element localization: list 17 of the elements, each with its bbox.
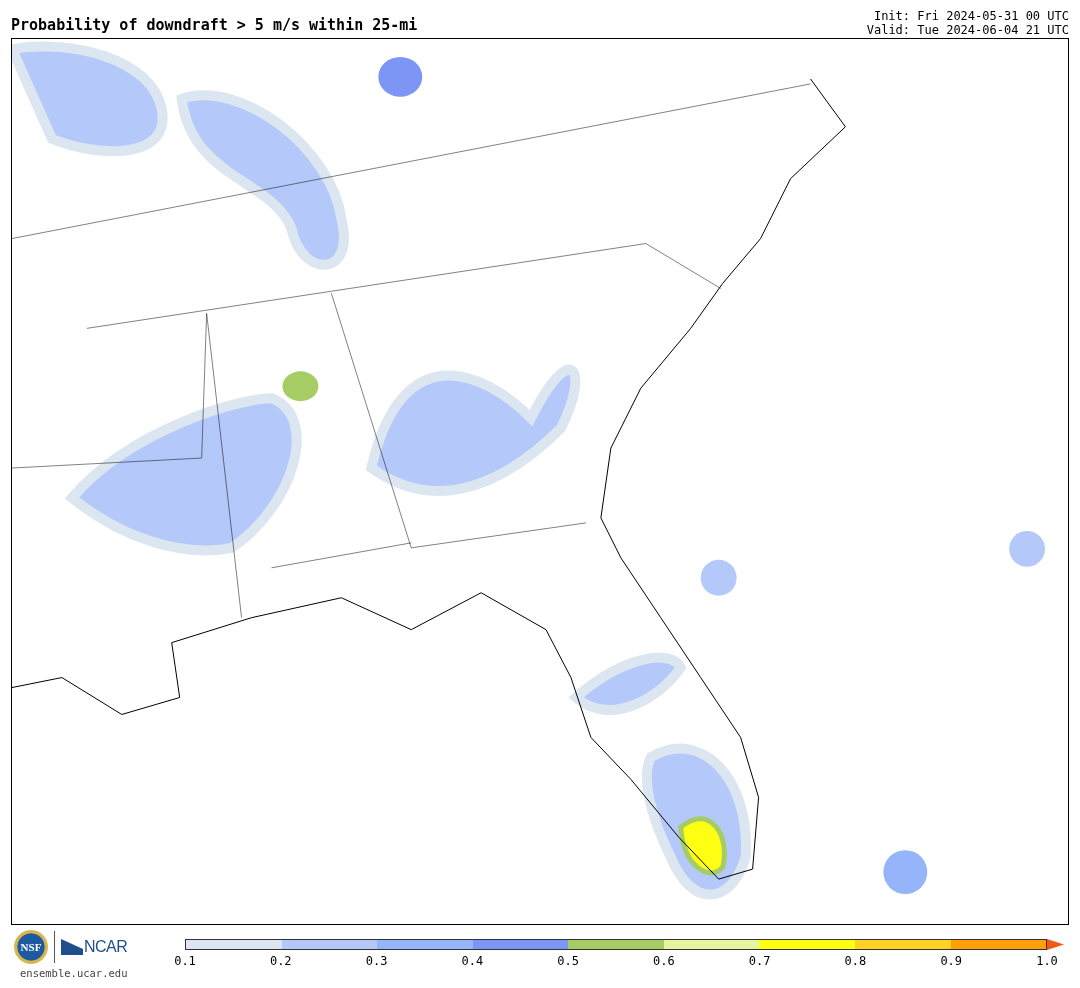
extend-arrow-icon [1047, 939, 1064, 950]
scale-label: 0.9 [940, 954, 963, 968]
scale-label: 0.3 [365, 954, 388, 968]
ncar-logo: NCAR [61, 938, 128, 956]
scale-label: 0.2 [269, 954, 292, 968]
chart-title: Probability of downdraft > 5 m/s within 25-mi [11, 16, 418, 36]
scale-label: 0.5 [557, 954, 579, 968]
scale-label: 1.0 [1036, 954, 1058, 968]
scale-label: 0.8 [844, 954, 867, 968]
website-url: ensemble.ucar.edu [20, 967, 128, 979]
scale-label: 0.4 [461, 954, 484, 968]
scale-label: 0.7 [748, 954, 771, 968]
nsf-logo: NSF [14, 930, 48, 964]
scale-label: 0.1 [174, 954, 196, 968]
init-time: Init: Fri 2024-05-31 00 UTC [873, 9, 1069, 23]
valid-time: Valid: Tue 2024-06-04 21 UTC [866, 23, 1069, 37]
scale-label: 0.6 [653, 954, 675, 968]
